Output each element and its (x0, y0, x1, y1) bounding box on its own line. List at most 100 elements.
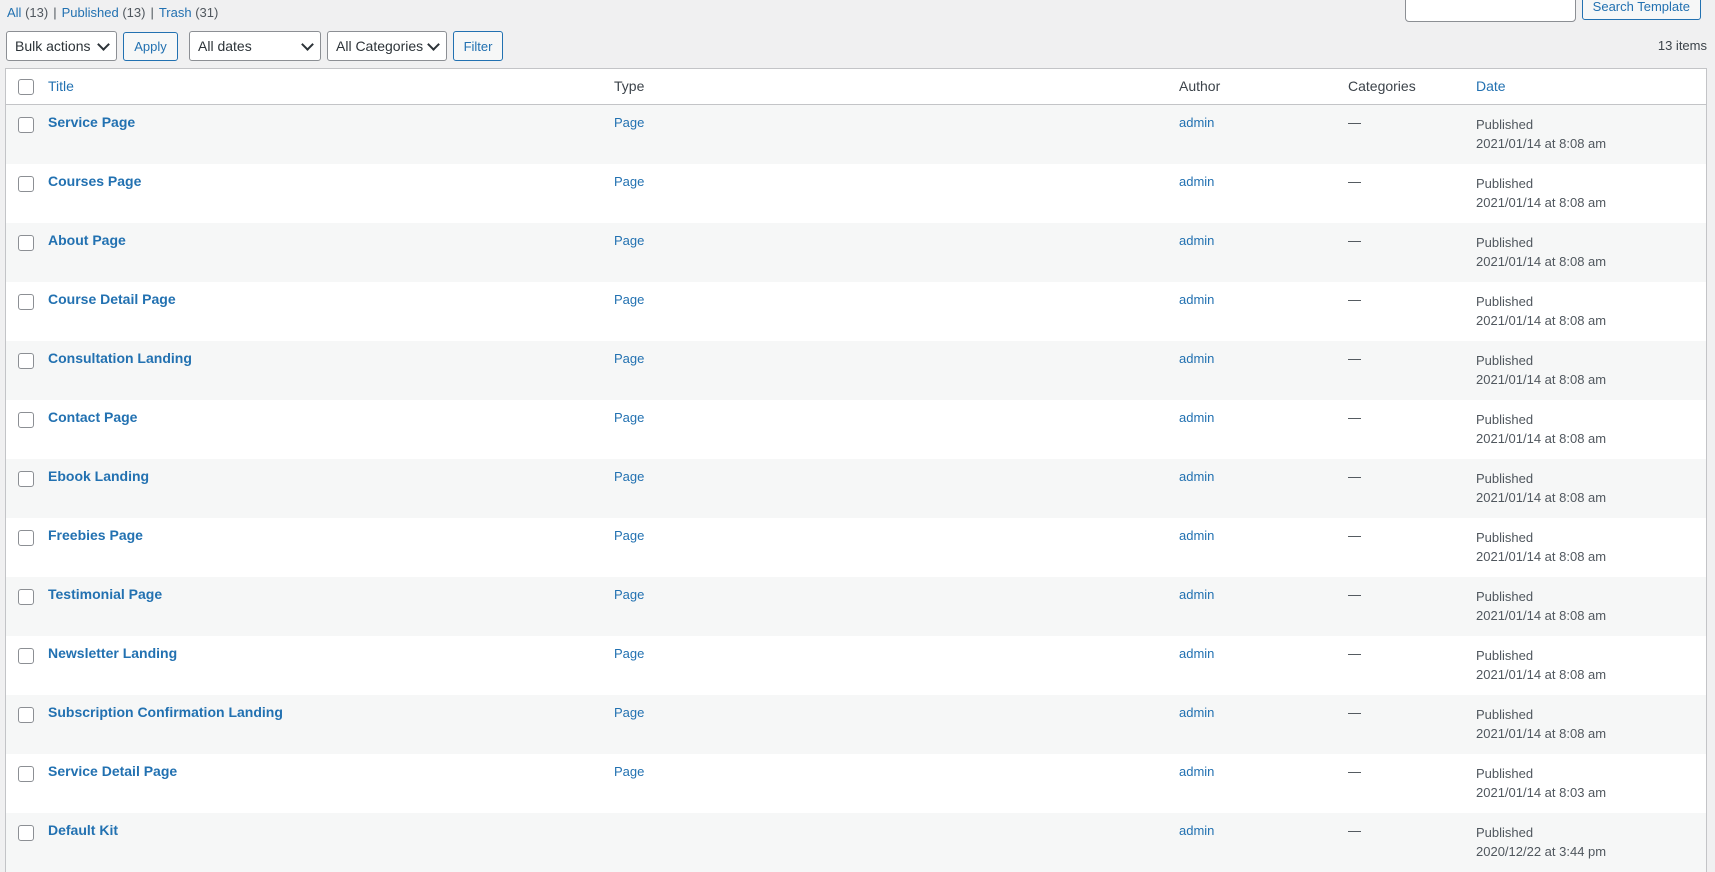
row-author-link[interactable]: admin (1179, 705, 1214, 720)
row-checkbox[interactable] (18, 117, 34, 133)
row-date: 2021/01/14 at 8:08 am (1476, 254, 1607, 269)
table-row: Newsletter Landing Page admin — Published 202… (6, 636, 1706, 695)
items-count: 13 items (1657, 38, 1707, 53)
row-type-link[interactable]: Page (614, 115, 644, 130)
row-title-link[interactable]: Courses Page (48, 173, 141, 189)
row-categories: — (1348, 646, 1361, 661)
chevron-down-icon (301, 37, 314, 51)
row-title-link[interactable]: Subscription Confirmation Landing (48, 704, 283, 720)
category-filter-select[interactable]: All Categories (327, 31, 447, 61)
row-author-link[interactable]: admin (1179, 528, 1214, 543)
row-author-link[interactable]: admin (1179, 764, 1214, 779)
row-type-link[interactable]: Page (614, 233, 644, 248)
row-type-link[interactable]: Page (614, 764, 644, 779)
view-trash-link[interactable]: Trash (31) (159, 5, 219, 20)
row-categories: — (1348, 764, 1361, 779)
row-author-link[interactable]: admin (1179, 351, 1214, 366)
row-status: Published (1476, 707, 1534, 722)
row-categories: — (1348, 410, 1361, 425)
table-row: Contact Page Page admin — Published 2021/01/1… (6, 400, 1706, 459)
row-type-link[interactable]: Page (614, 410, 644, 425)
view-filters: All (13) | Published (13) | Trash (31) (7, 5, 219, 20)
row-categories: — (1348, 351, 1361, 366)
search-template-button[interactable]: Search Template (1581, 0, 1701, 20)
row-checkbox[interactable] (18, 235, 34, 251)
row-title-link[interactable]: Consultation Landing (48, 350, 192, 366)
row-title-link[interactable]: Testimonial Page (48, 586, 162, 602)
row-date-cell: Published 2021/01/14 at 8:08 am (1476, 410, 1606, 448)
row-type-link[interactable]: Page (614, 587, 644, 602)
row-checkbox[interactable] (18, 530, 34, 546)
row-title-link[interactable]: Freebies Page (48, 527, 143, 543)
row-checkbox[interactable] (18, 412, 34, 428)
row-date: 2021/01/14 at 8:08 am (1476, 431, 1607, 446)
row-checkbox[interactable] (18, 766, 34, 782)
row-status: Published (1476, 471, 1534, 486)
row-checkbox[interactable] (18, 707, 34, 723)
row-type-link[interactable]: Page (614, 528, 644, 543)
row-type-link[interactable]: Page (614, 646, 644, 661)
row-author-link[interactable]: admin (1179, 292, 1214, 307)
table-header: Title Type Author Categories Date (6, 69, 1706, 105)
bulk-actions-select[interactable]: Bulk actions (6, 31, 117, 61)
row-status: Published (1476, 294, 1534, 309)
row-date-cell: Published 2021/01/14 at 8:08 am (1476, 646, 1606, 684)
table-row: Service Page Page admin — Published 2021/01/1… (6, 105, 1706, 164)
table-row: Courses Page Page admin — Published 2021/01/1… (6, 164, 1706, 223)
row-title-link[interactable]: Service Page (48, 114, 135, 130)
row-date-cell: Published 2021/01/14 at 8:08 am (1476, 292, 1606, 330)
row-date-cell: Published 2021/01/14 at 8:08 am (1476, 528, 1606, 566)
view-published-link[interactable]: Published (13) (62, 5, 146, 20)
row-author-link[interactable]: admin (1179, 823, 1214, 838)
row-type-link[interactable]: Page (614, 351, 644, 366)
row-date-cell: Published 2021/01/14 at 8:08 am (1476, 233, 1606, 271)
row-checkbox[interactable] (18, 176, 34, 192)
row-checkbox[interactable] (18, 589, 34, 605)
row-title-link[interactable]: Service Detail Page (48, 763, 177, 779)
search-input[interactable] (1404, 0, 1576, 22)
tablenav-top: Bulk actions Apply All dates All Categor… (6, 31, 503, 61)
row-title-link[interactable]: About Page (48, 232, 126, 248)
row-author-link[interactable]: admin (1179, 469, 1214, 484)
row-date: 2021/01/14 at 8:03 am (1476, 785, 1607, 800)
row-status: Published (1476, 353, 1534, 368)
view-all-count: (13) (25, 5, 49, 20)
row-date: 2021/01/14 at 8:08 am (1476, 136, 1607, 151)
row-type-link[interactable]: Page (614, 469, 644, 484)
row-type-link[interactable]: Page (614, 705, 644, 720)
row-author-link[interactable]: admin (1179, 115, 1214, 130)
row-title-link[interactable]: Ebook Landing (48, 468, 149, 484)
row-checkbox[interactable] (18, 825, 34, 841)
row-date-cell: Published 2021/01/14 at 8:08 am (1476, 469, 1606, 507)
date-filter-select[interactable]: All dates (189, 31, 321, 61)
row-checkbox[interactable] (18, 353, 34, 369)
row-author-link[interactable]: admin (1179, 646, 1214, 661)
row-author-link[interactable]: admin (1179, 587, 1214, 602)
column-type-header: Type (614, 78, 645, 94)
apply-button[interactable]: Apply (123, 31, 178, 61)
row-date: 2021/01/14 at 8:08 am (1476, 608, 1607, 623)
row-author-link[interactable]: admin (1179, 174, 1214, 189)
filter-button[interactable]: Filter (453, 31, 503, 61)
row-title-link[interactable]: Default Kit (48, 822, 118, 838)
select-all-checkbox[interactable] (18, 78, 34, 95)
row-author-link[interactable]: admin (1179, 410, 1214, 425)
column-title-header[interactable]: Title (48, 78, 74, 94)
row-checkbox[interactable] (18, 294, 34, 310)
row-date: 2021/01/14 at 8:08 am (1476, 372, 1607, 387)
row-status: Published (1476, 825, 1534, 840)
view-all-link[interactable]: All (13) (7, 5, 48, 20)
chevron-down-icon (97, 37, 110, 51)
row-checkbox[interactable] (18, 648, 34, 664)
row-title-link[interactable]: Course Detail Page (48, 291, 176, 307)
row-status: Published (1476, 648, 1534, 663)
row-checkbox[interactable] (18, 471, 34, 487)
row-type-link[interactable]: Page (614, 292, 644, 307)
column-date-header[interactable]: Date (1476, 78, 1506, 94)
row-author-link[interactable]: admin (1179, 233, 1214, 248)
row-type-link[interactable]: Page (614, 174, 644, 189)
row-title-link[interactable]: Newsletter Landing (48, 645, 177, 661)
table-row: Course Detail Page Page admin — Published 202… (6, 282, 1706, 341)
row-status: Published (1476, 530, 1534, 545)
row-title-link[interactable]: Contact Page (48, 409, 137, 425)
